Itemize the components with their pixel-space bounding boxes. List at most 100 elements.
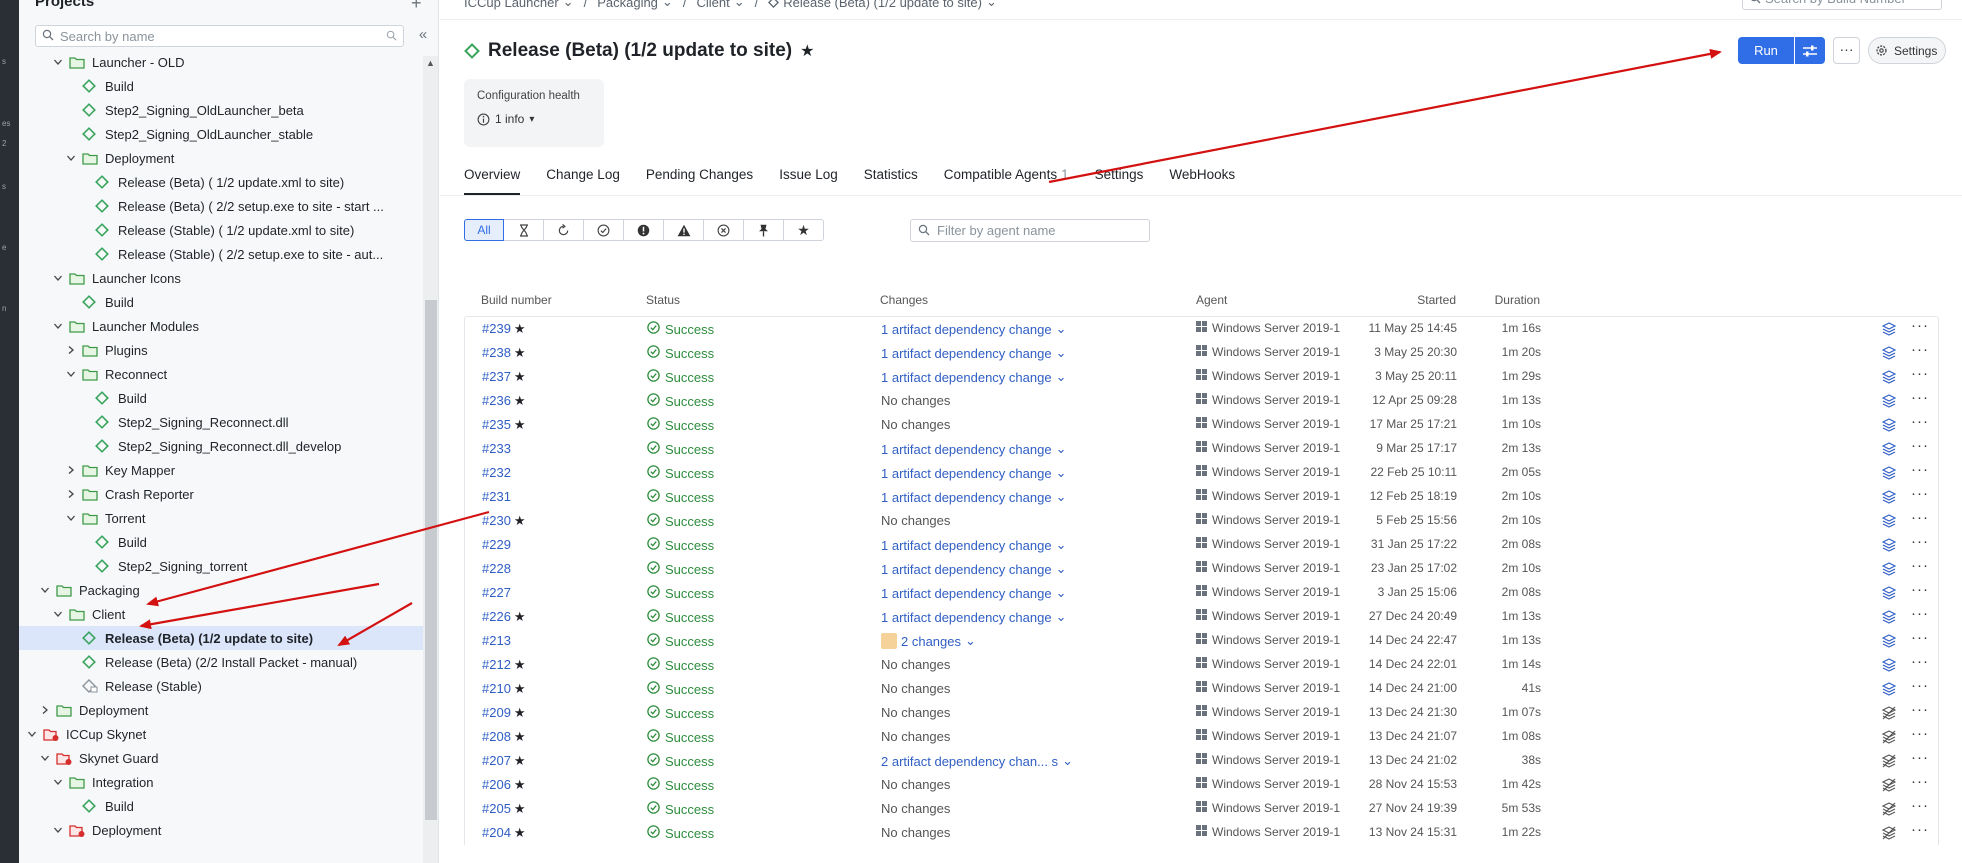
no-artifacts-icon[interactable] bbox=[1881, 778, 1897, 795]
build-number-text[interactable]: #237 bbox=[482, 369, 511, 384]
tree-item[interactable]: Step2_Signing_torrent bbox=[19, 554, 424, 578]
star-icon[interactable]: ★ bbox=[514, 417, 526, 432]
star-icon[interactable]: ★ bbox=[514, 801, 526, 816]
warning-icon[interactable] bbox=[664, 219, 704, 241]
star-icon[interactable]: ★ bbox=[514, 321, 526, 336]
build-number-text[interactable]: #208 bbox=[482, 729, 511, 744]
star-icon[interactable]: ★ bbox=[514, 609, 526, 624]
build-number-text[interactable]: #212 bbox=[482, 657, 511, 672]
row-more-button[interactable]: ··· bbox=[1911, 533, 1929, 550]
rail-glyph[interactable]: s bbox=[2, 183, 6, 191]
build-number-text[interactable]: #233 bbox=[482, 441, 511, 456]
settings-button[interactable]: Settings bbox=[1868, 37, 1946, 64]
agent-filter-input[interactable] bbox=[937, 223, 1137, 238]
build-number-text[interactable]: #229 bbox=[482, 537, 511, 552]
changes-cell[interactable]: 1 artifact dependency change ⌄ bbox=[881, 369, 1066, 385]
row-more-button[interactable]: ··· bbox=[1911, 461, 1929, 478]
column-header-started[interactable]: Started bbox=[1314, 293, 1456, 307]
build-number-text[interactable]: #231 bbox=[482, 489, 511, 504]
row-more-button[interactable]: ··· bbox=[1911, 365, 1929, 382]
breadcrumb-item[interactable]: Packaging ⌄ bbox=[597, 0, 673, 10]
rail-glyph[interactable]: e bbox=[2, 244, 6, 252]
table-row[interactable]: #227 Success 1 artifact dependency change ⌄… bbox=[465, 581, 1938, 605]
tab-settings[interactable]: Settings bbox=[1095, 167, 1144, 195]
build-number-text[interactable]: #204 bbox=[482, 825, 511, 840]
changes-cell[interactable]: 1 artifact dependency change ⌄ bbox=[881, 465, 1066, 481]
row-more-button[interactable]: ··· bbox=[1911, 341, 1929, 358]
scrollbar-thumb[interactable] bbox=[425, 300, 437, 820]
project-search[interactable] bbox=[35, 25, 404, 47]
build-number-text[interactable]: #239 bbox=[482, 321, 511, 336]
changes-cell[interactable]: 2 changes ⌄ bbox=[881, 633, 976, 649]
star-icon[interactable]: ★ bbox=[514, 345, 526, 360]
table-row[interactable]: #226 ★ Success 1 artifact dependency change… bbox=[465, 605, 1938, 629]
chevron-down-icon[interactable]: ⌄ bbox=[1056, 321, 1067, 337]
chevron-down-icon[interactable] bbox=[53, 321, 63, 331]
agent-filter-field[interactable] bbox=[910, 219, 1150, 242]
table-row[interactable]: #229 Success 1 artifact dependency change ⌄… bbox=[465, 533, 1938, 557]
status-cell[interactable]: Success bbox=[647, 681, 714, 697]
tree-item[interactable]: Build bbox=[19, 74, 424, 98]
tree-item[interactable]: Client bbox=[19, 602, 424, 626]
table-row[interactable]: #204 ★ Success No changes Windows Server 201… bbox=[465, 821, 1938, 845]
table-row[interactable]: #230 ★ Success No changes Windows Server 201… bbox=[465, 509, 1938, 533]
tree-item[interactable]: Launcher Icons bbox=[19, 266, 424, 290]
chevron-down-icon[interactable] bbox=[66, 513, 76, 523]
row-more-button[interactable]: ··· bbox=[1911, 701, 1929, 718]
table-row[interactable]: #228 Success 1 artifact dependency change ⌄… bbox=[465, 557, 1938, 581]
more-actions-button[interactable]: ··· bbox=[1833, 37, 1860, 64]
build-number-link[interactable]: #210 ★ bbox=[482, 681, 526, 697]
tree-item[interactable]: Step2_Signing_OldLauncher_beta bbox=[19, 98, 424, 122]
build-number-text[interactable]: #232 bbox=[482, 465, 511, 480]
row-more-button[interactable]: ··· bbox=[1911, 773, 1929, 790]
tree-item[interactable]: Release (Beta) ( 2/2 setup.exe to site -… bbox=[19, 194, 424, 218]
tree-item[interactable]: Build bbox=[19, 290, 424, 314]
no-artifacts-icon[interactable] bbox=[1881, 706, 1897, 723]
chevron-down-icon[interactable] bbox=[66, 369, 76, 379]
sidebar-scrollbar[interactable]: ▲ bbox=[423, 56, 438, 863]
tree-item[interactable]: Deployment bbox=[19, 698, 424, 722]
table-row[interactable]: #235 ★ Success No changes Windows Server 201… bbox=[465, 413, 1938, 437]
status-cell[interactable]: Success bbox=[647, 777, 714, 793]
artifacts-icon[interactable] bbox=[1881, 538, 1897, 555]
tree-item[interactable]: Release (Stable) ( 2/2 setup.exe to site… bbox=[19, 242, 424, 266]
changes-cell[interactable]: 1 artifact dependency change ⌄ bbox=[881, 441, 1066, 457]
chevron-down-icon[interactable]: ⌄ bbox=[1056, 441, 1067, 457]
artifacts-icon[interactable] bbox=[1881, 514, 1897, 531]
status-cell[interactable]: Success bbox=[647, 393, 714, 409]
status-cell[interactable]: Success bbox=[647, 321, 714, 337]
breadcrumb-item[interactable]: Release (Beta) (1/2 update to site) ⌄ bbox=[768, 0, 997, 10]
status-cell[interactable]: Success bbox=[647, 489, 714, 505]
health-info-dropdown[interactable]: 1 info ▾ bbox=[477, 112, 591, 126]
tree-item[interactable]: Step2_Signing_Reconnect.dll bbox=[19, 410, 424, 434]
collapse-sidebar-icon[interactable]: « bbox=[412, 26, 434, 46]
chevron-down-icon[interactable]: ⌄ bbox=[1056, 561, 1067, 577]
table-row[interactable]: #209 ★ Success No changes Windows Server 201… bbox=[465, 701, 1938, 725]
build-number-link[interactable]: #227 bbox=[482, 585, 511, 600]
chevron-down-icon[interactable]: ⌄ bbox=[1056, 609, 1067, 625]
build-number-link[interactable]: #212 ★ bbox=[482, 657, 526, 673]
tree-item[interactable]: Release (Stable) bbox=[19, 674, 424, 698]
column-header-agent[interactable]: Agent bbox=[1196, 293, 1227, 307]
tree-item[interactable]: Reconnect bbox=[19, 362, 424, 386]
status-cell[interactable]: Success bbox=[647, 417, 714, 433]
changes-cell[interactable]: 1 artifact dependency change ⌄ bbox=[881, 489, 1066, 505]
build-number-link[interactable]: #213 bbox=[482, 633, 511, 648]
exclamation-icon[interactable] bbox=[624, 219, 664, 241]
tab-change-log[interactable]: Change Log bbox=[546, 167, 620, 195]
pin-icon[interactable] bbox=[744, 219, 784, 241]
build-number-link[interactable]: #239 ★ bbox=[482, 321, 526, 337]
tab-issue-log[interactable]: Issue Log bbox=[779, 167, 838, 195]
star-icon[interactable]: ★ bbox=[514, 513, 526, 528]
artifacts-icon[interactable] bbox=[1881, 322, 1897, 339]
chevron-down-icon[interactable] bbox=[66, 153, 76, 163]
star-icon[interactable]: ★ bbox=[784, 219, 824, 241]
build-number-text[interactable]: #205 bbox=[482, 801, 511, 816]
build-number-link[interactable]: #237 ★ bbox=[482, 369, 526, 385]
table-row[interactable]: #233 Success 1 artifact dependency change ⌄… bbox=[465, 437, 1938, 461]
tree-item[interactable]: Torrent bbox=[19, 506, 424, 530]
chevron-down-icon[interactable] bbox=[27, 729, 37, 739]
star-icon[interactable]: ★ bbox=[800, 41, 814, 61]
build-number-link[interactable]: #209 ★ bbox=[482, 705, 526, 721]
tree-item[interactable]: Deployment bbox=[19, 818, 424, 842]
